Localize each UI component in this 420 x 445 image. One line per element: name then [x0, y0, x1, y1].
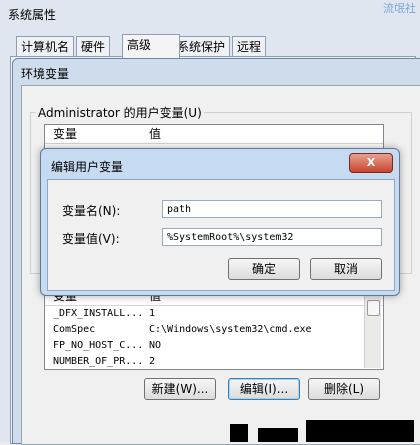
- variable-value-label: 变量值(V):: [62, 232, 120, 246]
- table-row[interactable]: NUMBER_OF_PR... 2: [45, 354, 383, 369]
- row-value: C:\Windows\system32\cmd.exe: [149, 324, 312, 335]
- redaction-block: [230, 424, 248, 442]
- edit-dialog-title: 编辑用户变量: [51, 160, 124, 174]
- scrollbar-thumb[interactable]: [367, 300, 380, 316]
- row-name: ComSpec: [53, 324, 96, 335]
- edit-user-variable-dialog: 编辑用户变量 X 变量名(N): path 变量值(V): %SystemRoo…: [40, 148, 400, 296]
- row-value: NO: [149, 340, 162, 351]
- table-row[interactable]: _DFX_INSTALL... 1: [45, 306, 383, 322]
- table-row[interactable]: ComSpec C:\Windows\system32\cmd.exe: [45, 322, 383, 338]
- tab-hardware[interactable]: 硬件: [76, 36, 111, 57]
- user-column-val[interactable]: 值: [149, 125, 161, 143]
- close-button[interactable]: X: [349, 153, 393, 173]
- edit-variable-button[interactable]: 编辑(I)...: [228, 378, 300, 400]
- user-list-header: 变量 值: [45, 125, 383, 144]
- table-row[interactable]: FP_NO_HOST_C... NO: [45, 338, 383, 354]
- system-variables-list[interactable]: 变量 值 _DFX_INSTALL... 1 ComSpec C:\Window…: [44, 286, 384, 370]
- new-variable-button[interactable]: 新建(W)...: [144, 378, 216, 400]
- tab-system-protection[interactable]: 系统保护: [172, 36, 231, 57]
- user-variables-group-label: Administrator 的用户变量(U): [36, 104, 204, 121]
- variable-value-input[interactable]: %SystemRoot%\system32: [162, 228, 382, 246]
- watermark-text: 流氓社: [383, 2, 416, 15]
- cancel-button[interactable]: 取消: [310, 258, 382, 280]
- user-column-var[interactable]: 变量: [53, 125, 77, 143]
- env-window-title: 环境变量: [21, 67, 70, 81]
- variable-name-input[interactable]: path: [162, 200, 382, 218]
- row-value: 1: [149, 308, 156, 319]
- variable-name-label: 变量名(N):: [62, 204, 121, 218]
- tab-advanced[interactable]: 高级: [122, 34, 180, 58]
- edit-dialog-body: 变量名(N): path 变量值(V): %SystemRoot%\system…: [47, 179, 395, 291]
- redaction-block: [306, 420, 414, 442]
- ok-button[interactable]: 确定: [228, 258, 300, 280]
- system-list-scrollbar[interactable]: [364, 296, 381, 368]
- row-value: 2: [149, 356, 156, 367]
- redaction-block: [258, 428, 298, 442]
- window-title: 系统属性: [8, 8, 57, 22]
- delete-variable-button[interactable]: 删除(L): [308, 378, 380, 400]
- tab-remote[interactable]: 远程: [232, 36, 267, 57]
- row-name: NUMBER_OF_PR...: [53, 356, 144, 367]
- tab-computer-name[interactable]: 计算机名: [16, 36, 75, 57]
- row-name: _DFX_INSTALL...: [53, 308, 144, 319]
- row-name: FP_NO_HOST_C...: [53, 340, 144, 351]
